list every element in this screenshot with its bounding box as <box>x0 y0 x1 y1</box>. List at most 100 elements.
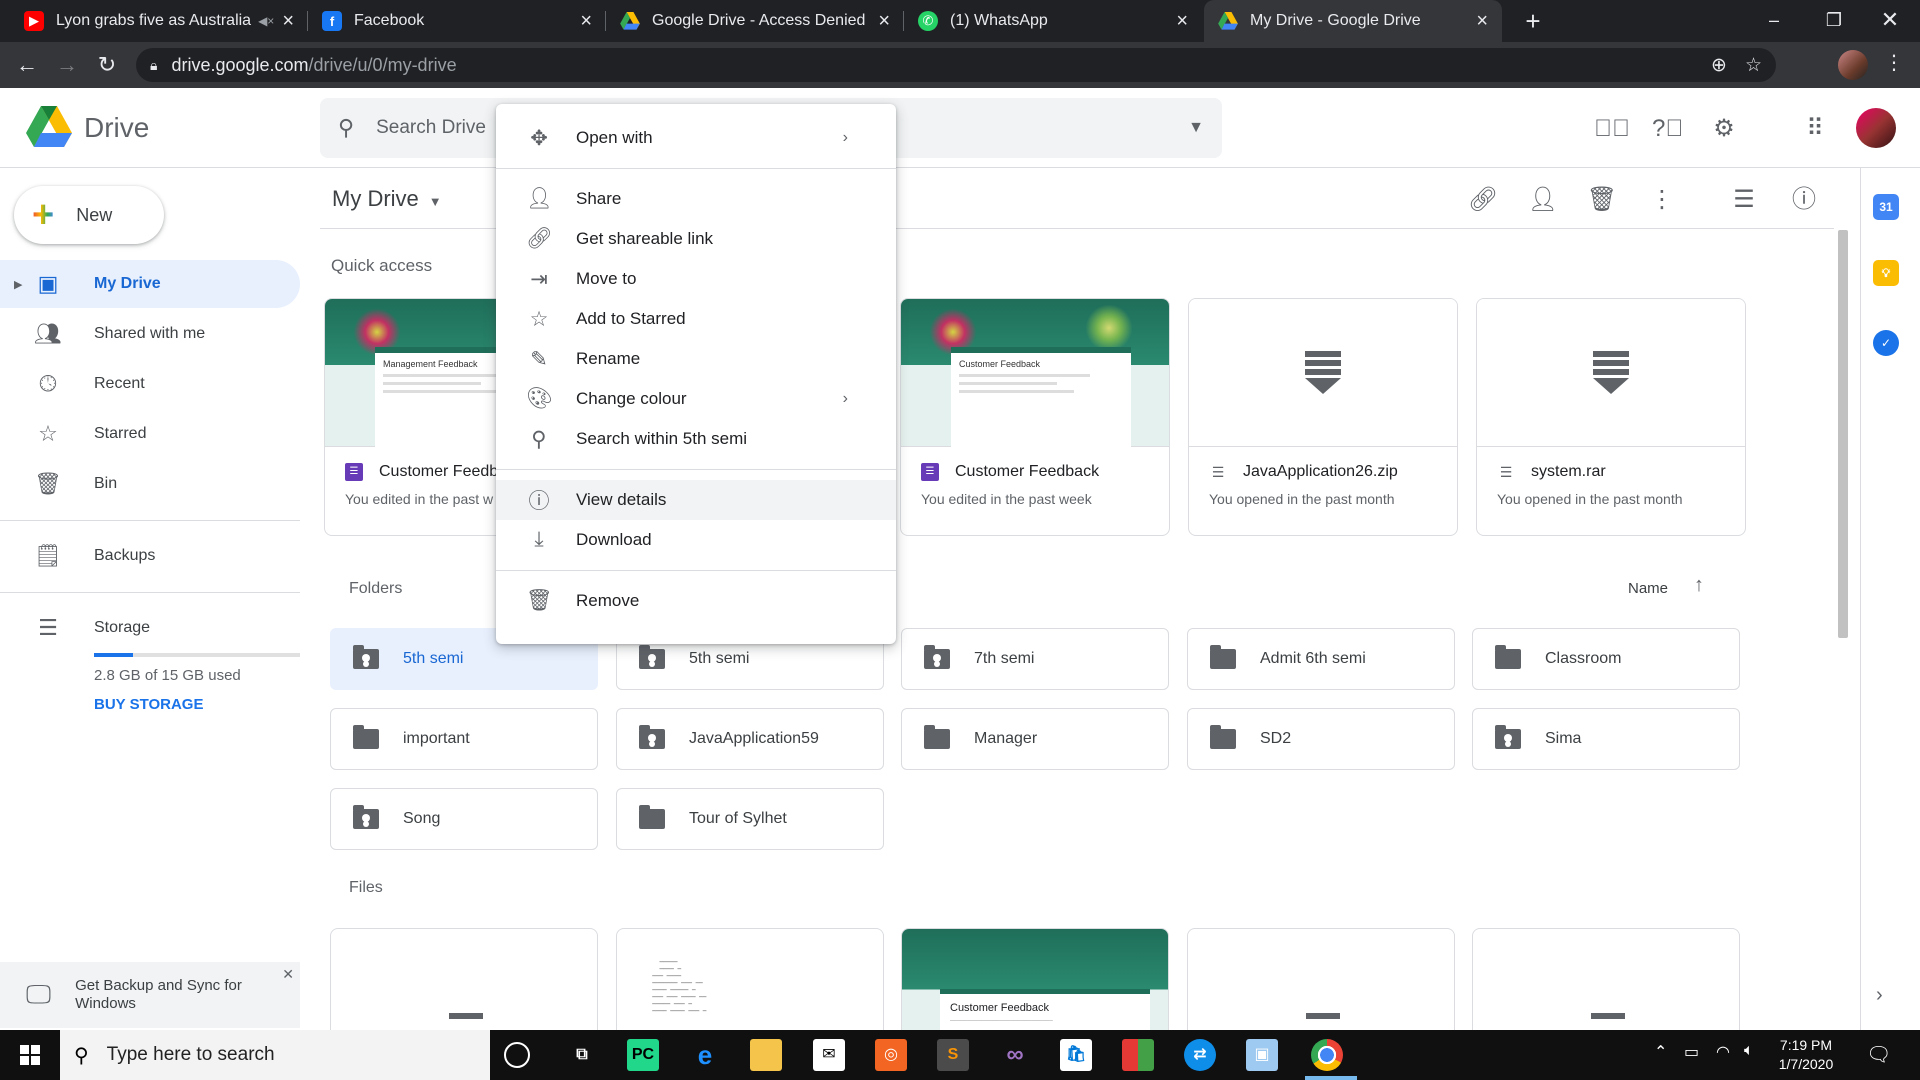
taskbar-search[interactable]: ⚲ Type here to search <box>60 1030 490 1080</box>
reload-icon[interactable]: ↻ <box>92 50 122 80</box>
buy-storage-link[interactable]: BUY STORAGE <box>94 696 203 713</box>
back-icon[interactable]: ← <box>12 50 42 80</box>
expand-arrow-icon[interactable]: ▶ <box>14 278 22 291</box>
notification-center-icon[interactable]: 🗨︎ <box>1866 1042 1891 1067</box>
profile-avatar[interactable] <box>1838 50 1868 80</box>
menu-item-share[interactable]: 👤︎ Share <box>496 179 896 219</box>
arrow-up-icon[interactable]: ↑ <box>1694 574 1704 597</box>
search-icon[interactable]: ⚲ <box>338 115 354 141</box>
chevron-right-icon[interactable]: › <box>1876 984 1883 1007</box>
keep-icon[interactable]: 💡︎ <box>1873 260 1899 286</box>
menu-item-view-details[interactable]: ⓘ View details <box>496 480 896 520</box>
edge-icon[interactable]: e <box>689 1039 721 1071</box>
trash-icon[interactable]: 🗑︎ <box>1586 184 1618 216</box>
settings-gear-icon[interactable]: ⚙ <box>1709 114 1739 144</box>
sidebar-item-backups[interactable]: 🗒︎ Backups <box>0 532 300 580</box>
file-explorer-icon[interactable] <box>750 1039 782 1071</box>
more-vert-icon[interactable]: ⋮ <box>1646 184 1678 216</box>
scrollbar-thumb[interactable] <box>1838 230 1848 638</box>
app-grid-icon[interactable] <box>1122 1039 1154 1071</box>
sort-by-name[interactable]: Name <box>1628 580 1668 597</box>
file-card[interactable] <box>1187 928 1455 1040</box>
mail-icon[interactable]: ✉ <box>813 1039 845 1071</box>
tasks-icon[interactable]: ✓ <box>1873 330 1899 356</box>
close-tab-icon[interactable]: × <box>580 10 592 33</box>
link-icon[interactable]: 🔗︎ <box>1467 184 1499 216</box>
sidebar-item-my-drive[interactable]: ▶ ▣ My Drive <box>0 260 300 308</box>
address-bar[interactable]: 🔒︎ drive.google.com/drive/u/0/my-drive ⊕… <box>136 48 1776 82</box>
list-view-icon[interactable]: ☰ <box>1728 184 1760 216</box>
browser-tab[interactable]: Google Drive - Access Denied × <box>606 0 904 42</box>
store-icon[interactable]: 🛍︎ <box>1060 1039 1092 1071</box>
menu-item-remove[interactable]: 🗑︎ Remove <box>496 581 896 621</box>
cortana-icon[interactable] <box>504 1042 530 1068</box>
volume-icon[interactable]: 🔈︎ <box>1744 1042 1754 1060</box>
info-icon[interactable]: ⓘ <box>1788 184 1820 216</box>
minimize-icon[interactable]: – <box>1744 0 1804 42</box>
new-button[interactable]: + New <box>14 186 164 244</box>
browser-tab-active[interactable]: My Drive - Google Drive × <box>1204 0 1502 42</box>
person-add-icon[interactable]: 👤︎ <box>1527 184 1559 216</box>
menu-item-rename[interactable]: ✎ Rename <box>496 339 896 379</box>
new-tab-icon[interactable]: + <box>1518 6 1548 36</box>
menu-item-open-with[interactable]: ✥ Open with › <box>496 118 896 158</box>
pycharm-icon[interactable]: PC <box>627 1039 659 1071</box>
help-icon[interactable]: ?⃝ <box>1652 114 1683 144</box>
sidebar-item-bin[interactable]: 🗑︎ Bin <box>0 460 300 508</box>
windows-start-icon[interactable] <box>0 1030 60 1080</box>
teamviewer-icon[interactable]: ⇄ <box>1184 1039 1216 1071</box>
menu-item-change-colour[interactable]: 🎨︎ Change colour › <box>496 379 896 419</box>
folder-item[interactable]: JavaApplication59 <box>616 708 884 770</box>
offline-ready-icon[interactable]: ✓⃝ <box>1594 114 1630 144</box>
folder-item[interactable]: Sima <box>1472 708 1740 770</box>
account-avatar[interactable] <box>1856 108 1896 148</box>
drive-logo-icon[interactable] <box>26 106 72 148</box>
menu-item-download[interactable]: ⤓ Download <box>496 520 896 560</box>
close-tab-icon[interactable]: × <box>1176 10 1188 33</box>
menu-item-move-to[interactable]: ⇥ Move to <box>496 259 896 299</box>
forward-icon[interactable]: → <box>52 50 82 80</box>
folder-item[interactable]: Tour of Sylhet <box>616 788 884 850</box>
search-options-icon[interactable]: ▼ <box>1188 119 1204 137</box>
visual-studio-icon[interactable]: ∞ <box>999 1039 1031 1071</box>
folder-item[interactable]: 7th semi <box>901 628 1169 690</box>
quick-access-card[interactable]: ☰ system.rar You opened in the past month <box>1476 298 1746 536</box>
menu-item-add-starred[interactable]: ☆ Add to Starred <box>496 299 896 339</box>
folder-item[interactable]: Song <box>330 788 598 850</box>
wifi-icon[interactable]: ◠ <box>1716 1042 1730 1062</box>
browser-tab[interactable]: ▶ Lyon grabs five as Australia c ◀× × <box>10 0 308 42</box>
bookmark-star-icon[interactable]: ☆ <box>1745 54 1762 77</box>
folder-item[interactable]: Classroom <box>1472 628 1740 690</box>
sidebar-item-recent[interactable]: 🕓︎ Recent <box>0 360 300 408</box>
menu-item-get-link[interactable]: 🔗︎ Get shareable link <box>496 219 896 259</box>
folder-item[interactable]: important <box>330 708 598 770</box>
browser-tab[interactable]: f Facebook × <box>308 0 606 42</box>
add-icon[interactable]: ⊕ <box>1711 54 1727 77</box>
browser-tab[interactable]: ✆ (1) WhatsApp × <box>904 0 1202 42</box>
chevron-up-icon[interactable]: ⌃ <box>1654 1042 1667 1062</box>
quick-access-card[interactable]: ☰ JavaApplication26.zip You opened in the… <box>1188 298 1458 536</box>
drive-brand[interactable]: Drive <box>84 112 149 144</box>
sidebar-item-shared[interactable]: 👥︎ Shared with me <box>0 310 300 358</box>
backup-sync-banner[interactable]: 🖵 Get Backup and Sync for Windows ✕ <box>0 962 300 1028</box>
file-card[interactable] <box>1472 928 1740 1040</box>
chrome-menu-icon[interactable]: ⋮ <box>1884 50 1904 75</box>
close-tab-icon[interactable]: × <box>282 10 294 33</box>
system-clock[interactable]: 7:19 PM 1/7/2020 <box>1760 1036 1852 1074</box>
battery-icon[interactable]: ▭ <box>1684 1042 1699 1062</box>
file-card[interactable]: ───── ──── ─ ─── ──── ─────── ─── ── ───… <box>616 928 884 1040</box>
sidebar-item-starred[interactable]: ☆ Starred <box>0 410 300 458</box>
lock-icon[interactable]: 🔒︎ <box>150 57 157 74</box>
sublime-text-icon[interactable]: S <box>937 1039 969 1071</box>
apps-grid-icon[interactable]: ⠿ <box>1800 114 1830 144</box>
close-tab-icon[interactable]: × <box>1476 10 1488 33</box>
close-window-icon[interactable]: ✕ <box>1860 0 1920 42</box>
folder-item[interactable]: Manager <box>901 708 1169 770</box>
menu-item-search-within[interactable]: ⚲ Search within 5th semi <box>496 419 896 459</box>
calendar-icon[interactable]: 31 <box>1873 194 1899 220</box>
close-tab-icon[interactable]: × <box>878 10 890 33</box>
my-drive-dropdown[interactable]: My Drive ▼ <box>332 186 442 212</box>
close-icon[interactable]: ✕ <box>282 966 294 983</box>
file-card[interactable]: Customer Feedback ───────────────────────… <box>901 928 1169 1040</box>
sidebar-item-storage[interactable]: ☰ Storage <box>0 604 300 652</box>
